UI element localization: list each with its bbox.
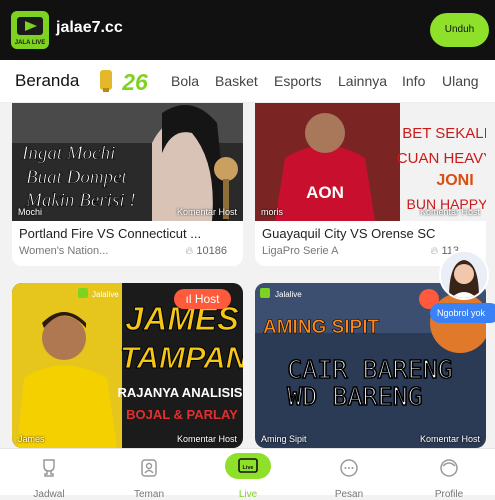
stream-info: Portland Fire VS Connecticut ... Women's… [12, 221, 243, 266]
tab-bola[interactable]: Bola [171, 73, 199, 89]
stream-tag: Komentar Host [176, 207, 237, 217]
logo-text: JALA LIVE [15, 40, 45, 46]
svg-text:Buat Dompet: Buat Dompet [26, 167, 128, 188]
stream-thumbnail[interactable]: Ingat Mochi Buat Dompet Makin Berisi ! M… [12, 103, 243, 221]
host-name: Aming Sipit [261, 434, 307, 444]
tab-live[interactable]: Live Live [208, 449, 288, 500]
svg-text:WD BARENG: WD BARENG [287, 382, 422, 411]
svg-text:Jalalive: Jalalive [92, 290, 119, 299]
svg-text:AMING SIPIT: AMING SIPIT [263, 317, 380, 338]
svg-text:BET SEKALI: BET SEKALI [402, 125, 486, 142]
league-name: Women's Nation... [19, 245, 109, 257]
signal-icon: ıl [185, 292, 195, 306]
tab-ulang[interactable]: Ulang [442, 73, 479, 89]
site-name: jalae7.cc [56, 19, 123, 36]
svg-text:CAIR BARENG: CAIR BARENG [287, 355, 453, 384]
live-tv-icon: Live [225, 453, 271, 479]
tab-info[interactable]: Info [402, 73, 425, 89]
stream-tag: Komentar Host [419, 207, 480, 217]
svg-text:JONI: JONI [436, 172, 473, 189]
stream-thumbnail[interactable]: AON BET SEKALI CUAN HEAVY JONI BUN HAPPY… [255, 103, 486, 221]
site-logo[interactable]: JALA LIVE [11, 11, 49, 49]
tab-profile[interactable]: Profile [409, 449, 489, 500]
chat-bubble-icon [340, 459, 358, 477]
world-cup-26-badge[interactable]: 26 [98, 68, 158, 94]
svg-text:CUAN HEAVY: CUAN HEAVY [397, 150, 486, 167]
chat-agent-label[interactable]: Ngobrol yok [430, 303, 495, 323]
host-name: moris [261, 207, 283, 217]
svg-text:AON: AON [306, 183, 344, 202]
host-name: Mochi [18, 207, 43, 217]
svg-text:26: 26 [121, 69, 148, 94]
tab-esports[interactable]: Esports [274, 73, 321, 89]
chat-agent-widget[interactable]: Ngobrol yok [430, 250, 495, 323]
stream-tag: Komentar Host [419, 434, 480, 444]
fire-icon: 🔥︎ [185, 245, 197, 257]
tab-jadwal[interactable]: Jadwal [9, 449, 89, 500]
svg-text:TAMPAN: TAMPAN [120, 340, 243, 375]
agent-avatar [439, 250, 489, 300]
svg-text:Live: Live [242, 465, 253, 471]
friends-icon [141, 459, 157, 477]
trophy-icon [43, 459, 55, 477]
svg-text:Jalalive: Jalalive [275, 290, 302, 299]
tab-basket[interactable]: Basket [215, 73, 258, 89]
stream-card[interactable]: AON BET SEKALI CUAN HEAVY JONI BUN HAPPY… [255, 103, 486, 269]
match-title: Portland Fire VS Connecticut ... [19, 226, 202, 241]
tab-teman[interactable]: Teman [109, 449, 189, 500]
stream-tag: Komentar Host [176, 434, 237, 444]
svg-text:RAJANYA ANALISIS: RAJANYA ANALISIS [118, 385, 243, 400]
live-host-badge: ıl Host [174, 289, 231, 309]
tab-lainnya[interactable]: Lainnya [338, 73, 387, 89]
bottom-tab-bar: Jadwal Teman Live Live Pesan Profile [0, 448, 495, 500]
svg-text:Ingat Mochi: Ingat Mochi [21, 143, 115, 164]
stream-card[interactable]: Ingat Mochi Buat Dompet Makin Berisi ! M… [12, 103, 243, 269]
tab-pesan[interactable]: Pesan [309, 449, 389, 500]
host-name: James [18, 434, 45, 444]
category-nav: Beranda 26 Bola Basket Esports Lainnya I… [0, 60, 495, 103]
view-count: 🔥︎ 10186 [185, 245, 227, 257]
svg-text:BOJAL & PARLAY: BOJAL & PARLAY [126, 407, 238, 422]
match-title: Guayaquil City VS Orense SC [262, 226, 436, 241]
tab-beranda[interactable]: Beranda [15, 71, 79, 91]
download-button[interactable]: Unduh [430, 13, 489, 47]
profile-icon [440, 459, 458, 477]
league-name: LigaPro Serie A [262, 245, 339, 257]
top-bar: JALA LIVE jalae7.cc Unduh [0, 0, 495, 60]
